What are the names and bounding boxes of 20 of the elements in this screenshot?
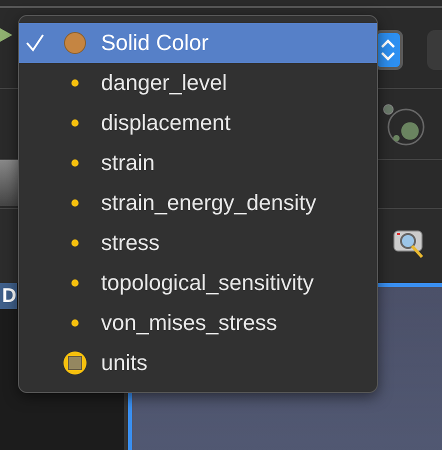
menu-item[interactable]: displacement bbox=[19, 103, 377, 143]
dot-icon bbox=[71, 239, 79, 247]
dot-icon bbox=[71, 199, 79, 207]
menu-item[interactable]: topological_sensitivity bbox=[19, 263, 377, 303]
dot-icon bbox=[71, 319, 79, 327]
menu-item[interactable]: stress bbox=[19, 223, 377, 263]
menu-item[interactable]: von_mises_stress bbox=[19, 303, 377, 343]
menu-item[interactable]: units bbox=[19, 343, 377, 383]
menu-item[interactable]: danger_level bbox=[19, 63, 377, 103]
menu-item[interactable]: strain bbox=[19, 143, 377, 183]
menu-item[interactable]: strain_energy_density bbox=[19, 183, 377, 223]
checkmark-icon bbox=[25, 33, 45, 53]
sidebar-item[interactable]: D bbox=[0, 283, 17, 309]
dot-icon bbox=[71, 279, 79, 287]
dot-icon bbox=[71, 159, 79, 167]
dot-icon bbox=[71, 79, 79, 87]
circle-icon bbox=[64, 32, 86, 54]
menu-item[interactable]: Solid Color bbox=[19, 23, 377, 63]
thumbnail-panel bbox=[0, 160, 18, 206]
dot-icon bbox=[71, 119, 79, 127]
